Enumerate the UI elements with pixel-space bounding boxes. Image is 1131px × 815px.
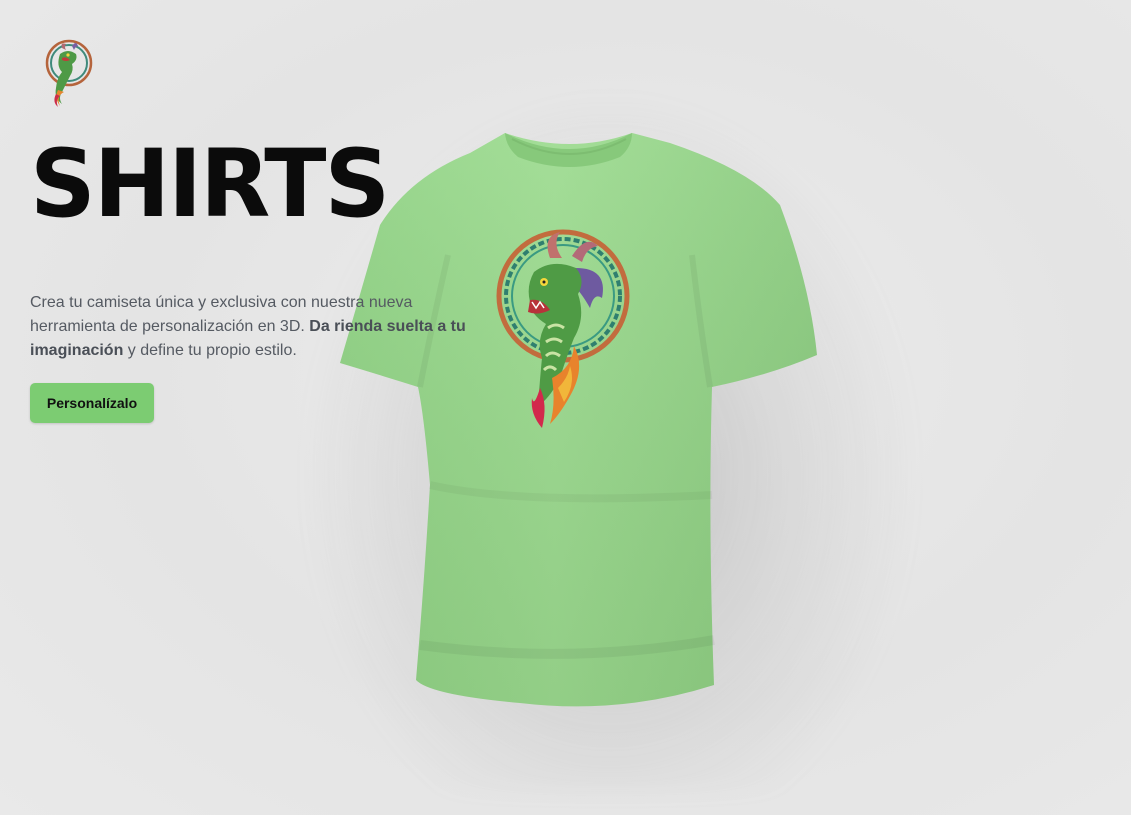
- page-title: SHIRTS: [30, 130, 390, 239]
- hero-description: Crea tu camiseta única y exclusiva con n…: [30, 291, 475, 363]
- canvas-stage: SHIRTS Crea tu camiseta única y exclusiv…: [0, 0, 1131, 815]
- customize-button[interactable]: Personalízalo: [30, 383, 154, 423]
- logo-dragon-icon[interactable]: [44, 38, 94, 108]
- dragon-decal-icon: [496, 229, 630, 428]
- hero-description-text-end: y define tu propio estilo.: [123, 342, 297, 359]
